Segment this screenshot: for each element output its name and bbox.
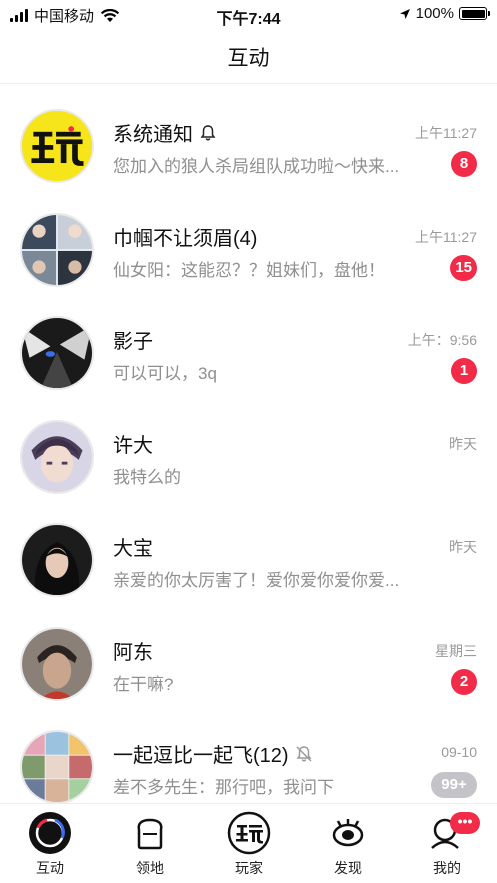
conversation-preview: 在干嘛? bbox=[113, 674, 174, 694]
conversation-preview: 我特么的 bbox=[113, 467, 181, 487]
page-title: 互动 bbox=[227, 47, 270, 70]
tab-players[interactable]: 玩家 bbox=[209, 810, 289, 878]
tab-discover[interactable]: 发现 bbox=[308, 810, 388, 878]
conversation-time: 星期三 bbox=[435, 642, 477, 659]
woman-avatar-icon bbox=[22, 525, 92, 595]
conversation-row-dabao[interactable]: 大宝 亲爱的你太厉害了！爱你爱你爱你爱... 昨天 bbox=[0, 510, 497, 614]
conversation-row-xuda[interactable]: 许大 我特么的 昨天 bbox=[0, 407, 497, 511]
conversation-name: 巾帼不让须眉(4) bbox=[113, 227, 258, 250]
tab-interact[interactable]: 互动 bbox=[10, 810, 90, 878]
conversation-time: 上午11:27 bbox=[415, 228, 477, 245]
unread-badge: 99+ bbox=[431, 772, 477, 798]
tab-label: 我的 bbox=[433, 860, 461, 876]
conversation-row-group-women[interactable]: 巾帼不让须眉(4) 仙女阳：这能忍？？姐妹们，盘他！ 上午11:27 15 bbox=[0, 200, 497, 304]
unread-badge: 1 bbox=[451, 358, 477, 384]
unread-badge: 2 bbox=[451, 668, 477, 695]
tab-label: 发现 bbox=[334, 860, 362, 876]
conversation-preview: 仙女阳：这能忍？？姐妹们，盘他！ bbox=[113, 260, 385, 280]
avatar bbox=[20, 523, 94, 597]
tab-me[interactable]: ••• 我的 bbox=[407, 810, 487, 878]
avatar bbox=[20, 212, 94, 287]
unread-badge: 8 bbox=[451, 151, 477, 177]
tab-label: 互动 bbox=[36, 860, 64, 876]
avatar bbox=[20, 730, 94, 804]
conversation-row-yingzi[interactable]: 影子 可以可以，3q 上午：9:56 1 bbox=[0, 303, 497, 407]
group-avatar-icon bbox=[22, 732, 92, 802]
avatar bbox=[20, 109, 94, 183]
conversation-row-adong[interactable]: 阿东 在干嘛? 星期三 2 bbox=[0, 614, 497, 718]
tab-label: 领地 bbox=[136, 860, 164, 876]
bell-icon bbox=[200, 124, 216, 140]
wan-logo-icon bbox=[22, 111, 92, 181]
anime-avatar-icon bbox=[22, 318, 92, 388]
tab-bar: 互动 领地 玩家 发现 ••• 我的 bbox=[0, 803, 497, 883]
conversation-name: 许大 bbox=[113, 434, 153, 457]
man-avatar-icon bbox=[22, 628, 92, 699]
avatar bbox=[20, 419, 94, 494]
anime-boy-avatar-icon bbox=[22, 421, 92, 492]
bell-off-icon bbox=[296, 745, 312, 762]
battery-percent: 100% bbox=[415, 5, 454, 22]
status-bar: 中国移动 下午7:44 100% bbox=[0, 0, 497, 28]
profile-badge: ••• bbox=[450, 812, 480, 834]
conversation-preview: 可以可以，3q bbox=[113, 364, 217, 383]
avatar bbox=[20, 626, 94, 701]
conversation-row-system[interactable]: 系统通知 您加入的狼人杀局组队成功啦～快来... 上午11:27 8 bbox=[0, 96, 497, 200]
battery-icon bbox=[459, 7, 490, 20]
conversation-name: 影子 bbox=[113, 331, 153, 353]
conversation-name: 大宝 bbox=[113, 538, 153, 560]
conversation-name: 一起逗比一起飞(12) bbox=[113, 739, 313, 768]
conversation-name-text: 一起逗比一起飞(12) bbox=[113, 745, 289, 767]
toast-icon bbox=[137, 818, 163, 850]
conversation-name: 阿东 bbox=[113, 641, 153, 664]
conversation-list: 系统通知 您加入的狼人杀局组队成功啦～快来... 上午11:27 8 巾帼不让须… bbox=[0, 96, 497, 821]
conversation-preview: 您加入的狼人杀局组队成功啦～快来... bbox=[113, 157, 400, 176]
conversation-name: 系统通知 bbox=[113, 118, 217, 147]
unread-badge: 15 bbox=[450, 254, 477, 281]
chat-bubble-icon bbox=[29, 812, 71, 854]
conversation-preview: 亲爱的你太厉害了！爱你爱你爱你爱... bbox=[113, 571, 400, 590]
conversation-preview: 差不多先生：那行吧，我问下 bbox=[113, 778, 334, 797]
group-avatar-icon bbox=[22, 214, 92, 285]
conversation-time: 昨天 bbox=[449, 435, 477, 452]
tab-label: 玩家 bbox=[235, 860, 263, 876]
conversation-time: 上午11:27 bbox=[415, 125, 477, 141]
eye-icon bbox=[332, 819, 364, 847]
tab-territory[interactable]: 领地 bbox=[110, 810, 190, 878]
avatar bbox=[20, 316, 94, 390]
conversation-time: 昨天 bbox=[449, 539, 477, 555]
conversation-time: 上午：9:56 bbox=[407, 332, 477, 348]
status-right: 100% bbox=[399, 5, 490, 22]
location-arrow-icon bbox=[399, 8, 410, 19]
conversation-name-text: 系统通知 bbox=[113, 124, 193, 146]
conversation-time: 09-10 bbox=[441, 744, 477, 760]
nav-bar: 互动 bbox=[0, 28, 497, 84]
wan-logo-icon bbox=[227, 811, 271, 855]
